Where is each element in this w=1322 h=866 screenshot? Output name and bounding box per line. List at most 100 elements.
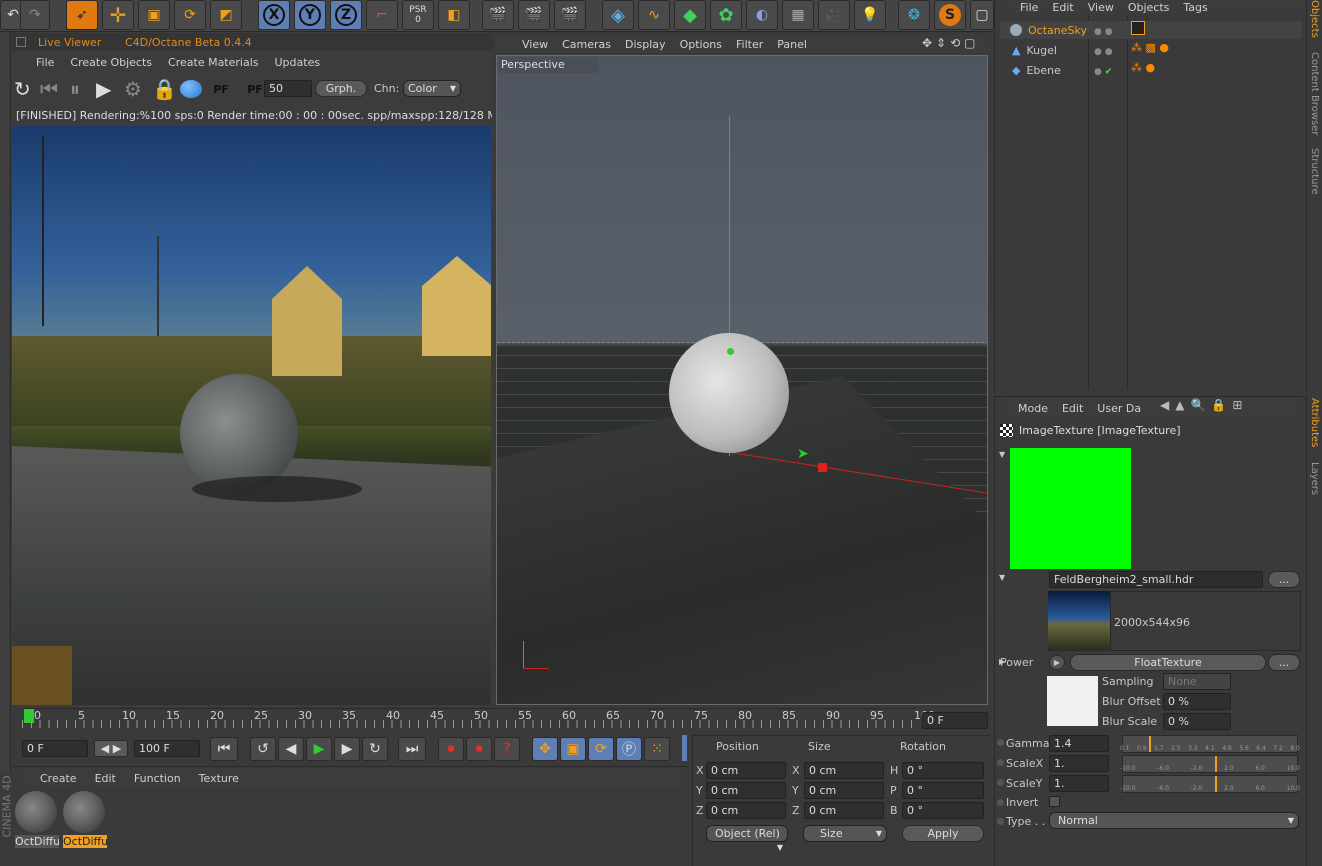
scaley-input[interactable]: 1.	[1049, 775, 1109, 792]
goto-end-button[interactable]: ⏭	[398, 737, 426, 761]
end-frame-input[interactable]: 100 F	[134, 740, 200, 757]
psr-button[interactable]: PSR 0	[402, 0, 434, 30]
rotation-p-input[interactable]: 0 °	[902, 782, 984, 799]
pf-icon[interactable]: PF	[206, 83, 236, 96]
restart-icon[interactable]: ↻	[14, 77, 36, 101]
vp-menu-view[interactable]: View	[522, 38, 548, 51]
vp-menu-filter[interactable]: Filter	[736, 38, 763, 51]
camera-icon[interactable]: 🎥	[818, 0, 850, 30]
vp-menu-cameras[interactable]: Cameras	[562, 38, 611, 51]
position-y-input[interactable]: 0 cm	[706, 782, 786, 799]
om-menu-file[interactable]: File	[1020, 1, 1038, 14]
scaley-radio[interactable]	[997, 779, 1004, 786]
scalex-input[interactable]: 1.	[1049, 755, 1109, 772]
collapse-arrow-icon[interactable]: ▼	[999, 573, 1005, 582]
panel-close-icon[interactable]	[16, 37, 26, 47]
invert-radio[interactable]	[997, 799, 1004, 806]
y-axis-button[interactable]: Y	[294, 0, 326, 30]
tag-material-icon[interactable]: ⁂ ▩ ●	[1131, 41, 1191, 54]
power-texture-button[interactable]: FloatTexture	[1070, 654, 1266, 671]
graph-button[interactable]: Grph.	[315, 80, 367, 97]
attr-menu-userdata[interactable]: User Da	[1097, 402, 1141, 415]
key-scale-button[interactable]: ▣	[560, 737, 586, 761]
z-axis-button[interactable]: Z	[330, 0, 362, 30]
coordinate-system-button[interactable]: ⌐	[366, 0, 398, 30]
vp-menu-options[interactable]: Options	[680, 38, 722, 51]
deformer-icon[interactable]: ◐	[746, 0, 778, 30]
size-x-input[interactable]: 0 cm	[804, 762, 884, 779]
lv-menu-updates[interactable]: Updates	[275, 56, 321, 69]
stop-icon[interactable]: ⏮	[40, 77, 66, 101]
script-icon[interactable]: S	[934, 0, 966, 30]
om-menu-view[interactable]: View	[1088, 1, 1114, 14]
settings-gear-icon[interactable]: ⚙	[124, 77, 148, 101]
visibility-dots[interactable]: ● ● ● ● ● ✔	[1094, 22, 1113, 82]
size-y-input[interactable]: 0 cm	[804, 782, 884, 799]
collapse-arrow-icon[interactable]: ▼	[999, 450, 1005, 459]
power-play-icon[interactable]: ▶	[1049, 655, 1065, 670]
render-picture-viewer-button[interactable]: 🎬	[518, 0, 550, 30]
key-rotate-button[interactable]: ⟳	[588, 737, 614, 761]
live-select-button[interactable]: ➶	[66, 0, 98, 30]
octane-ball-icon[interactable]	[180, 80, 202, 98]
goto-start-button[interactable]: ⏮	[210, 737, 238, 761]
tab-attributes[interactable]: Attributes	[1309, 398, 1320, 447]
prev-frame-button[interactable]: ◀	[278, 737, 304, 761]
attr-nav-icons[interactable]: ◀▲🔍🔒⊞	[1160, 398, 1248, 412]
expand-arrow-icon[interactable]: ▶	[999, 657, 1005, 666]
cube-icon[interactable]: ◈	[602, 0, 634, 30]
move-tool-button[interactable]: ✛	[102, 0, 134, 30]
mat-menu-edit[interactable]: Edit	[95, 772, 116, 785]
vp-menu-panel[interactable]: Panel	[777, 38, 807, 51]
rotate-tool-button[interactable]: ⟳	[174, 0, 206, 30]
pause-icon[interactable]: ⏸	[70, 77, 92, 101]
coord-mode-select[interactable]: Object (Rel) ▼	[706, 825, 788, 852]
recent-tool-button[interactable]: ◩	[210, 0, 242, 30]
mat-menu-texture[interactable]: Texture	[199, 772, 239, 785]
browse-button[interactable]: ...	[1268, 571, 1300, 588]
sampling-select[interactable]: None	[1163, 673, 1231, 690]
om-menu-objects[interactable]: Objects	[1128, 1, 1170, 14]
array-icon[interactable]: ✿	[710, 0, 742, 30]
prev-key-button[interactable]: ↺	[250, 737, 276, 761]
om-menu-tags[interactable]: Tags	[1183, 1, 1207, 14]
blur-offset-input[interactable]: 0 %	[1163, 693, 1231, 710]
gamma-radio[interactable]	[997, 739, 1004, 746]
render-settings-button[interactable]: 🎬	[554, 0, 586, 30]
type-radio[interactable]	[997, 818, 1004, 825]
current-frame-input[interactable]: 0 F	[922, 712, 988, 729]
subdivision-icon[interactable]: ◆	[674, 0, 706, 30]
coord-size-select[interactable]: Size ▼	[803, 825, 887, 842]
record-button[interactable]: ⏺	[438, 737, 464, 761]
redo-button[interactable]: ↷	[20, 0, 50, 30]
material-thumb-selected[interactable]: OctDiffu	[63, 791, 107, 849]
scale-tool-button[interactable]: ▣	[138, 0, 170, 30]
file-path-input[interactable]: FeldBergheim2_small.hdr	[1049, 571, 1263, 588]
blur-scale-input[interactable]: 0 %	[1163, 713, 1231, 730]
apply-button[interactable]: Apply	[902, 825, 984, 842]
attr-menu-edit[interactable]: Edit	[1062, 402, 1083, 415]
object-row[interactable]: OctaneSky	[1000, 21, 1302, 39]
spp-input[interactable]: 50	[264, 80, 312, 97]
lv-menu-create-materials[interactable]: Create Materials	[168, 56, 258, 69]
lv-menu-create-objects[interactable]: Create Objects	[70, 56, 152, 69]
type-select[interactable]: Normal ▼	[1049, 812, 1299, 829]
play-icon[interactable]: ▶	[96, 77, 120, 101]
spline-icon[interactable]: ∿	[638, 0, 670, 30]
autokey-button[interactable]: ⏺	[466, 737, 492, 761]
attr-menu-mode[interactable]: Mode	[1018, 402, 1048, 415]
rotation-h-input[interactable]: 0 °	[902, 762, 984, 779]
light-icon[interactable]: 💡	[854, 0, 886, 30]
om-menu-edit[interactable]: Edit	[1052, 1, 1073, 14]
tab-structure[interactable]: Structure	[1309, 148, 1320, 195]
x-axis-button[interactable]: X	[258, 0, 290, 30]
mat-menu-create[interactable]: Create	[40, 772, 77, 785]
key-grid-button[interactable]: ⁙	[644, 737, 670, 761]
position-x-input[interactable]: 0 cm	[706, 762, 786, 779]
viewport-nav-icons[interactable]: ✥⇕⟲▢	[922, 36, 980, 50]
model-mode-button[interactable]: ◧	[438, 0, 470, 30]
invert-checkbox[interactable]	[1049, 796, 1060, 807]
mat-menu-function[interactable]: Function	[134, 772, 181, 785]
key-move-button[interactable]: ✥	[532, 737, 558, 761]
perspective-viewport[interactable]: ➤	[496, 55, 988, 705]
